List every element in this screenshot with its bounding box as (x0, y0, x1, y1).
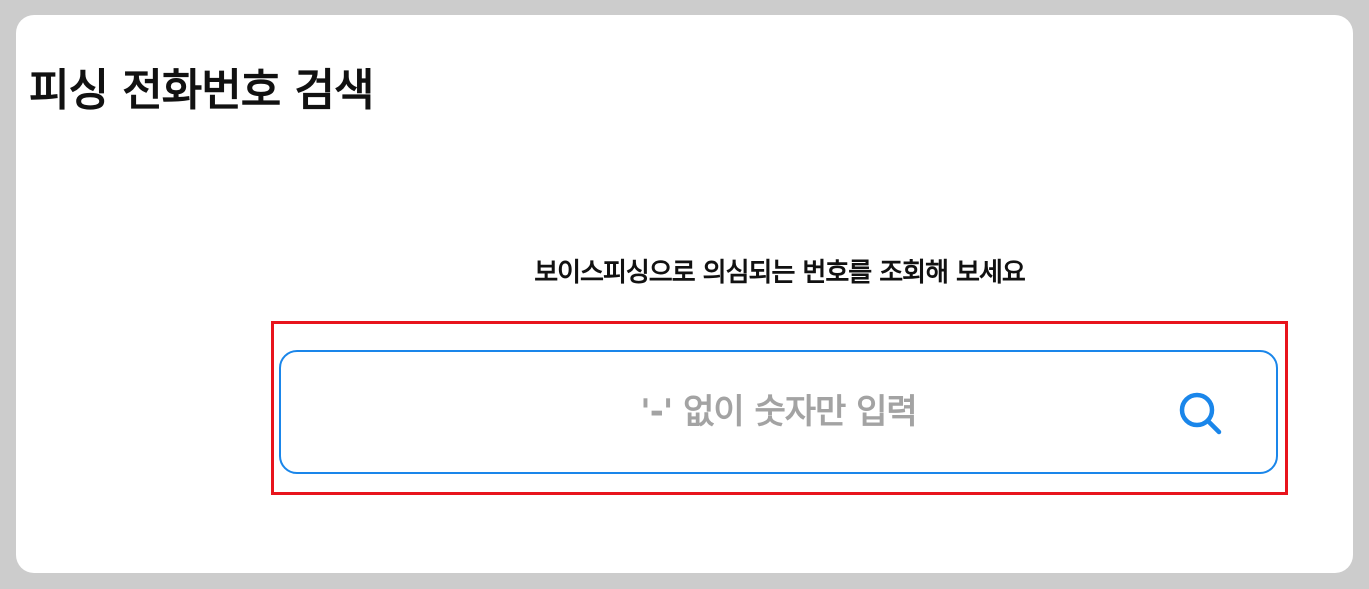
search-icon (1176, 389, 1226, 439)
search-card: 피싱 전화번호 검색 보이스피싱으로 의심되는 번호를 조회해 보세요 (16, 15, 1353, 573)
phone-number-input[interactable] (281, 352, 1276, 472)
search-box (279, 350, 1278, 474)
search-button[interactable] (1176, 389, 1226, 439)
page-title: 피싱 전화번호 검색 (29, 65, 374, 116)
search-prompt: 보이스피싱으로 의심되는 번호를 조회해 보세요 (534, 258, 1026, 288)
